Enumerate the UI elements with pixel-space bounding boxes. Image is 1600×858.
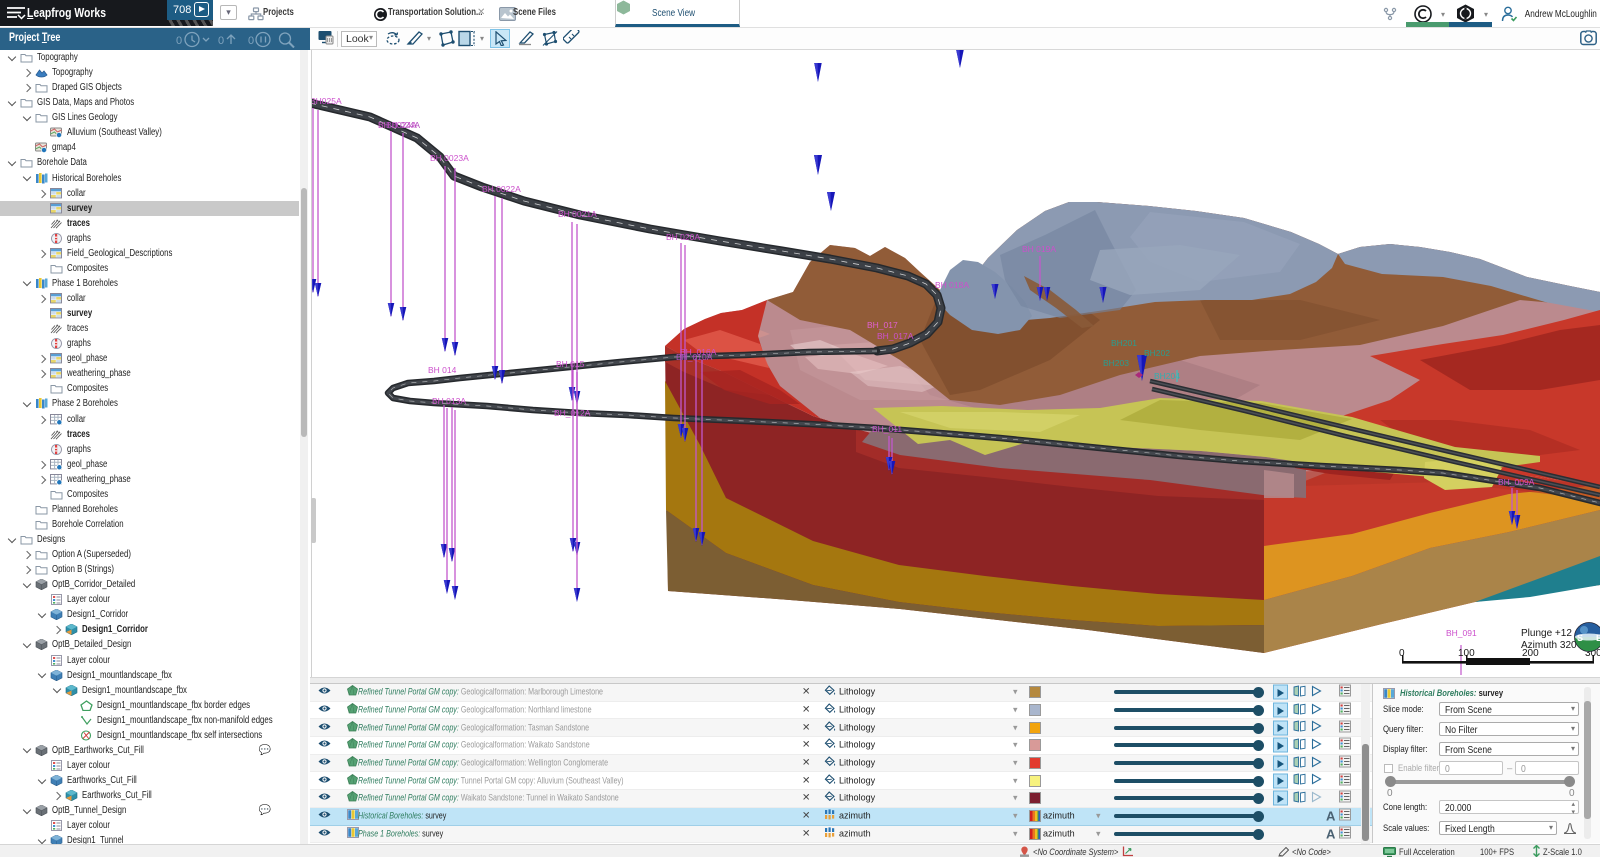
svg-text:BH 024A: BH 024A xyxy=(386,120,420,130)
svg-text:BH 018A: BH 018A xyxy=(935,280,969,290)
svg-text:BH 013A: BH 013A xyxy=(432,396,466,406)
svg-text:Plunge +12: Plunge +12 xyxy=(1521,628,1572,639)
svg-text:BH_017A: BH_017A xyxy=(877,331,914,341)
svg-text:100: 100 xyxy=(1458,648,1475,659)
svg-text:200: 200 xyxy=(1522,648,1539,659)
svg-text:0: 0 xyxy=(218,35,224,47)
svg-text:0: 0 xyxy=(248,35,254,47)
svg-text:BH 020A: BH 020A xyxy=(666,232,700,242)
svg-text:BH 019A: BH 019A xyxy=(1022,244,1056,254)
svg-text:BH_009A: BH_009A xyxy=(1498,477,1535,487)
svg-text:BH025A: BH025A xyxy=(312,96,342,106)
svg-text:BH 0023A: BH 0023A xyxy=(430,153,469,163)
svg-text:0: 0 xyxy=(1399,648,1405,659)
svg-text:0: 0 xyxy=(176,35,182,47)
svg-text:S: S xyxy=(1577,633,1583,643)
svg-text:E: E xyxy=(1596,633,1600,643)
svg-text:BH203: BH203 xyxy=(1103,358,1129,368)
svg-text:BH204: BH204 xyxy=(1154,371,1180,381)
svg-text:BH201: BH201 xyxy=(1111,338,1137,348)
svg-text:BH_091: BH_091 xyxy=(1446,628,1477,638)
svg-text:BH_011: BH_011 xyxy=(872,424,902,434)
svg-text:BH 015: BH 015 xyxy=(556,359,585,369)
svg-text:BH 0022A: BH 0022A xyxy=(482,184,521,194)
svg-text:BH_010A: BH_010A xyxy=(676,352,713,362)
svg-text:BH 0021A: BH 0021A xyxy=(558,209,597,219)
svg-text:BH 014: BH 014 xyxy=(428,365,457,375)
svg-text:BH202: BH202 xyxy=(1144,348,1170,358)
svg-text:BH_017: BH_017 xyxy=(867,320,898,330)
